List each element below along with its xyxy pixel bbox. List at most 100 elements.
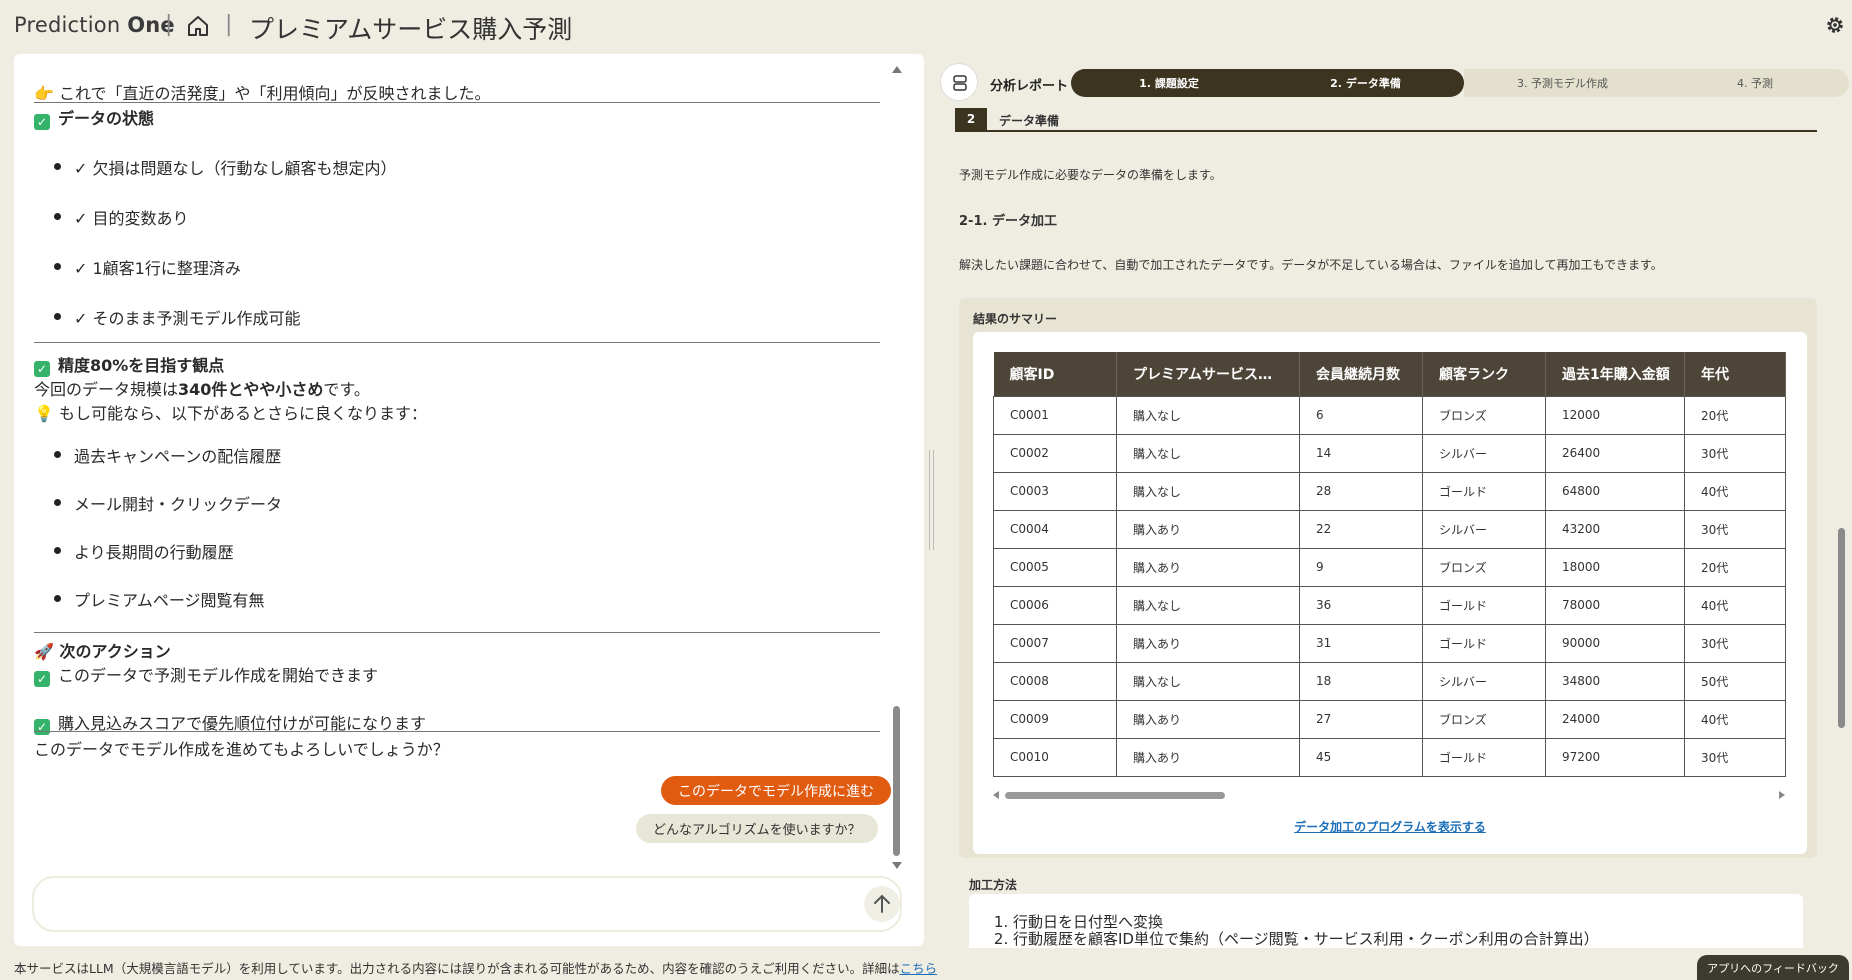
column-header[interactable]: 顧客ID [993,352,1117,396]
panel-resize-handle[interactable] [929,450,934,550]
report-content[interactable]: 2 データ準備 予測モデル作成に必要なデータの準備をします。 2-1. データ加… [955,108,1835,948]
table-cell: 22 [1299,509,1423,549]
chat-intro-text: 👉 これで「直近の活発度」や「利用傾向」が反映されました。 [34,84,491,103]
check-icon: ✓ [34,719,50,735]
report-scrollbar[interactable] [1836,112,1846,946]
scroll-up-icon[interactable] [892,66,902,73]
proceed-model-button[interactable]: このデータでモデル作成に進む [661,776,891,805]
table-row: C0002 購入なし 14 シルバー 26400 30代 [993,433,1786,473]
table-cell: 購入なし [1116,471,1300,511]
table-row: C0008 購入なし 18 シルバー 34800 50代 [993,661,1786,701]
list-item: 過去キャンペーンの配信履歴 [53,443,281,467]
chat-scrollbar[interactable] [890,66,902,869]
scrollbar-thumb[interactable] [893,706,900,856]
table-cell: 26400 [1545,433,1685,473]
table-cell: 36 [1299,585,1423,625]
table-row: C0001 購入なし 6 ブロンズ 12000 20代 [993,395,1786,435]
table-cell: 購入あり [1116,509,1300,549]
table-cell: 40代 [1684,585,1786,625]
table-cell: 97200 [1545,737,1685,777]
table-cell: C0009 [993,699,1117,739]
step-1[interactable]: 1. 課題設定 [1071,69,1267,97]
feedback-button[interactable]: アプリへのフィードバック [1697,955,1849,980]
table-cell: 24000 [1545,699,1685,739]
ask-algorithm-button[interactable]: どんなアルゴリズムを使いますか？ [636,814,878,843]
table-cell: 購入なし [1116,395,1300,435]
table-cell: 34800 [1545,661,1685,701]
table-cell: C0006 [993,585,1117,625]
table-row: C0010 購入あり 45 ゴールド 97200 30代 [993,737,1786,777]
details-link[interactable]: こちら [900,961,938,976]
column-header[interactable]: 過去1年購入金額 [1545,352,1685,396]
step-2[interactable]: 2. データ準備 [1267,69,1464,97]
table-row: C0004 購入あり 22 シルバー 43200 30代 [993,509,1786,549]
table-cell: 30代 [1684,623,1786,663]
table-cell: ブロンズ [1422,699,1546,739]
chat-input-container [32,876,902,932]
table-cell: シルバー [1422,509,1546,549]
table-cell: ゴールド [1422,471,1546,511]
table-cell: 50代 [1684,661,1786,701]
section-header: 2 データ準備 [955,108,1817,132]
home-icon[interactable] [186,14,210,38]
table-cell: 30代 [1684,737,1786,777]
scrollbar-thumb[interactable] [1838,528,1845,728]
table-cell: 20代 [1684,547,1786,587]
divider [34,632,880,633]
table-cell: 40代 [1684,471,1786,511]
column-header[interactable]: 年代 [1684,352,1786,396]
app-header: Prediction One | | プレミアムサービス購入予測 [0,0,1852,52]
show-program-link[interactable]: データ加工のプログラムを表示する [973,818,1807,835]
app-logo[interactable]: Prediction One [14,13,175,37]
column-header[interactable]: プレミアムサービス… [1116,352,1300,396]
chat-panel: 👉 これで「直近の活発度」や「利用傾向」が反映されました。 ✓ データの状態 ✓ … [14,54,924,946]
table-row: C0006 購入なし 36 ゴールド 78000 40代 [993,585,1786,625]
header-separator: | [225,12,233,37]
table-cell: 12000 [1545,395,1685,435]
step-4[interactable]: 4. 予測 [1661,69,1849,97]
confirm-question: このデータでモデル作成を進めてもよろしいでしょうか？ [34,740,449,759]
table-row: C0003 購入なし 28 ゴールド 64800 40代 [993,471,1786,511]
table-cell: ブロンズ [1422,547,1546,587]
data-status-heading: ✓ データの状態 [34,105,154,130]
header-separator: | [165,12,173,37]
footer-notice: 本サービスはLLM（大規模言語モデル）を利用しています。出力される内容には誤りが… [14,961,938,976]
column-header[interactable]: 顧客ランク [1422,352,1546,396]
scroll-left-icon[interactable] [993,791,999,799]
data-table: 顧客ID プレミアムサービス… 会員継続月数 顧客ランク 過去1年購入金額 年代… [993,352,1786,777]
list-item: メール開封・クリックデータ [53,491,282,515]
table-cell: ゴールド [1422,623,1546,663]
column-header[interactable]: 会員継続月数 [1299,352,1423,396]
table-cell: 45 [1299,737,1423,777]
table-cell: 6 [1299,395,1423,435]
chat-input[interactable] [54,890,834,918]
section-number: 2 [955,108,987,130]
accuracy-heading: ✓ 精度80%を目指す観点 [34,352,224,377]
list-item: より長期間の行動履歴 [54,539,234,563]
subsection-description: 解決したい課題に合わせて、自動で加工されたデータです。データが不足している場合は… [959,258,1663,272]
gear-icon[interactable] [1824,14,1846,36]
table-cell: 20代 [1684,395,1786,435]
scrollbar-thumb[interactable] [1005,792,1225,799]
table-cell: 30代 [1684,433,1786,473]
table-horizontal-scrollbar[interactable] [993,790,1785,800]
scroll-right-icon[interactable] [1779,791,1785,799]
divider [34,102,880,103]
table-cell: 購入あり [1116,737,1300,777]
chat-message-area[interactable]: 👉 これで「直近の活発度」や「利用傾向」が反映されました。 ✓ データの状態 ✓ … [34,64,894,814]
table-row: C0007 購入あり 31 ゴールド 90000 30代 [993,623,1786,663]
method-item: 行動日を日付型へ変換 [1013,914,1599,931]
table-cell: 購入あり [1116,547,1300,587]
report-toggle-icon[interactable] [940,63,978,101]
method-item: 行動履歴を顧客ID単位で集約（ページ閲覧・サービス利用・クーポン利用の合計算出） [1013,931,1599,948]
check-icon: ✓ [34,671,50,687]
method-box: 行動日を日付型へ変換 行動履歴を顧客ID単位で集約（ページ閲覧・サービス利用・ク… [969,894,1803,948]
list-item: プレミアムページ閲覧有無 [54,587,265,611]
send-button[interactable] [864,886,900,922]
table-cell: C0008 [993,661,1117,701]
scroll-down-icon[interactable] [892,862,902,869]
table-cell: 90000 [1545,623,1685,663]
check-icon: ✓ [34,361,50,377]
table-cell: 28 [1299,471,1423,511]
step-3[interactable]: 3. 予測モデル作成 [1464,69,1661,97]
